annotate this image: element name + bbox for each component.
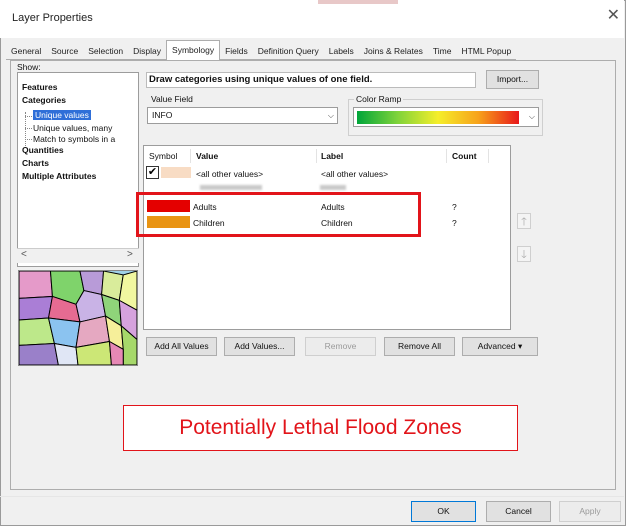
- column-divider: [488, 149, 489, 163]
- all-other-values-checkbox[interactable]: ✔: [146, 166, 159, 179]
- move-up-icon[interactable]: 🡑: [517, 213, 531, 229]
- column-divider: [190, 149, 191, 163]
- color-ramp-gradient: [357, 111, 519, 124]
- tree-item-match-to-symbols[interactable]: Match to symbols in a: [33, 134, 115, 144]
- row-count: ?: [452, 202, 457, 212]
- scroll-right-icon[interactable]: >: [127, 249, 133, 260]
- tree-item-charts[interactable]: Charts: [22, 158, 49, 168]
- tab-html-popup[interactable]: HTML Popup: [456, 43, 517, 60]
- tree-connector: [25, 139, 32, 140]
- row-label: <all other values>: [321, 169, 389, 179]
- column-header-count[interactable]: Count: [452, 151, 477, 161]
- color-ramp-label: Color Ramp: [354, 94, 404, 104]
- tab-definition-query[interactable]: Definition Query: [252, 43, 324, 60]
- close-icon[interactable]: ✕: [607, 8, 620, 24]
- cancel-button[interactable]: Cancel: [486, 501, 551, 522]
- add-all-values-button[interactable]: Add All Values: [146, 337, 217, 356]
- value-field-select[interactable]: INFO ⌵: [147, 107, 338, 124]
- scroll-left-icon[interactable]: <: [21, 249, 27, 260]
- column-header-label[interactable]: Label: [321, 151, 343, 161]
- tree-item-categories[interactable]: Categories: [22, 95, 66, 105]
- tab-joins-relates[interactable]: Joins & Relates: [358, 43, 428, 60]
- column-divider: [316, 149, 317, 163]
- callout-text: Potentially Lethal Flood Zones: [179, 416, 462, 439]
- tree-item-quantities[interactable]: Quantities: [22, 145, 64, 155]
- apply-button[interactable]: Apply: [559, 501, 621, 522]
- tree-horizontal-scrollbar[interactable]: [17, 248, 139, 263]
- highlight-box: [136, 192, 421, 237]
- ok-button[interactable]: OK: [411, 501, 476, 522]
- column-divider: [446, 149, 447, 163]
- tree-item-features[interactable]: Features: [22, 82, 57, 92]
- add-values-button[interactable]: Add Values...: [224, 337, 295, 356]
- symbology-preview-map: [18, 270, 138, 366]
- annotation-callout: Potentially Lethal Flood Zones: [123, 405, 518, 451]
- chevron-down-icon: ⌵: [528, 112, 535, 121]
- symbology-description: Draw categories using unique values of o…: [146, 72, 476, 88]
- color-ramp-select[interactable]: ⌵: [353, 107, 539, 127]
- advanced-button[interactable]: Advanced ▾: [462, 337, 538, 356]
- tree-connector: [25, 116, 32, 117]
- window-title: Layer Properties: [12, 12, 93, 24]
- chevron-down-icon: ⌵: [327, 111, 334, 120]
- remove-all-button[interactable]: Remove All: [384, 337, 455, 356]
- tree-connector: [25, 112, 26, 148]
- tab-selection[interactable]: Selection: [83, 43, 129, 60]
- title-bar-artifact: [318, 0, 398, 4]
- column-header-value[interactable]: Value: [196, 151, 218, 161]
- tab-fields[interactable]: Fields: [220, 43, 253, 60]
- row-count: ?: [452, 218, 457, 228]
- tab-symbology[interactable]: Symbology: [166, 40, 221, 60]
- show-label: Show:: [17, 62, 41, 72]
- title-bar: Layer Properties ✕: [0, 0, 624, 38]
- value-field-value: INFO: [152, 110, 173, 120]
- import-button[interactable]: Import...: [486, 70, 539, 89]
- symbol-swatch[interactable]: [161, 167, 191, 178]
- row-value: <all other values>: [196, 169, 264, 179]
- tab-time[interactable]: Time: [427, 43, 457, 60]
- obscured-row: [200, 183, 346, 192]
- tree-connector: [25, 128, 32, 129]
- move-down-icon[interactable]: 🡓: [517, 246, 531, 262]
- remove-button[interactable]: Remove: [305, 337, 376, 356]
- tree-item-multiple-attributes[interactable]: Multiple Attributes: [22, 171, 96, 181]
- tree-item-unique-values-many[interactable]: Unique values, many: [33, 123, 112, 133]
- tab-general[interactable]: General: [6, 43, 47, 60]
- tree-item-unique-values[interactable]: Unique values: [33, 110, 91, 120]
- tab-display[interactable]: Display: [128, 43, 167, 60]
- tab-strip: General Source Selection Display Symbolo…: [6, 40, 517, 60]
- value-field-label: Value Field: [151, 94, 193, 104]
- tab-source[interactable]: Source: [46, 43, 84, 60]
- column-header-symbol[interactable]: Symbol: [149, 151, 177, 161]
- footer-divider: [0, 496, 624, 497]
- tab-labels[interactable]: Labels: [323, 43, 359, 60]
